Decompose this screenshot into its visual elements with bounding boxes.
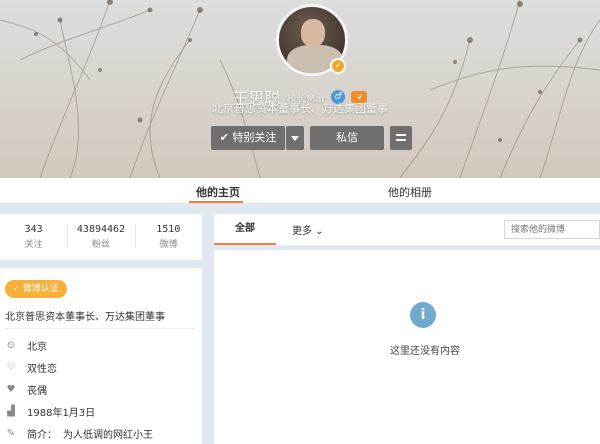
stat-posts-label: 微博 (159, 240, 178, 250)
heart-icon: ♡ (6, 361, 16, 373)
info-row-birthday: ▟ 1988年1月3日 (5, 404, 96, 419)
edit-icon: ✎ (6, 427, 16, 439)
intro-text: 为人低调的网红小王 (63, 429, 153, 441)
menu-icon (396, 133, 406, 141)
profile-cover: ✓ 王思聪 校长Mar ♂ v 北京普思资本董事长、万达集团董事 ✔ 特别关注 … (0, 0, 600, 178)
tab-album[interactable]: 他的相册 (388, 184, 432, 200)
feed-body: i 这里还没有内容 (214, 250, 600, 444)
stats-panel: 343 关注 43894462 粉丝 1510 微博 (0, 214, 202, 260)
info-row-relationship: ♥ 丧偶 (5, 382, 47, 397)
relationship-text: 丧偶 (27, 385, 47, 397)
location-text: 北京 (27, 341, 47, 353)
active-tab-indicator (189, 201, 243, 203)
verified-tag-label: 微博认证 (22, 284, 59, 294)
info-divider (5, 328, 195, 329)
weibo-verified-tag[interactable]: ✓ 微博认证 (5, 280, 67, 298)
info-icon: i (410, 302, 436, 328)
stat-posts[interactable]: 1510 微博 (134, 214, 202, 260)
stat-followers[interactable]: 43894462 粉丝 (67, 214, 134, 260)
heart-status-icon: ♥ (6, 383, 16, 395)
stat-following-count: 343 (24, 224, 43, 235)
profile-info-panel: ✓ 微博认证 北京普思资本董事长、万达集团董事 ⊙ 北京 ♡ 双性恋 ♥ 丧偶 ▟… (0, 268, 202, 444)
tab-home[interactable]: 他的主页 (196, 184, 240, 200)
special-follow-label: 特别关注 (232, 131, 277, 144)
stat-followers-count: 43894462 (76, 224, 126, 235)
caret-down-icon (291, 135, 299, 141)
search-weibo-input[interactable] (504, 220, 600, 239)
orientation-text: 双性恋 (27, 363, 57, 375)
more-menu-button[interactable] (390, 126, 412, 150)
tab-more-dropdown[interactable]: 更多 ⌄ (292, 222, 324, 237)
profile-tabbar: 他的主页 他的相册 (0, 178, 600, 204)
feed-tabbar: 全部 更多 ⌄ (214, 214, 600, 246)
stat-posts-count: 1510 (156, 224, 181, 235)
avatar-face-shape (301, 19, 325, 47)
stat-following-label: 关注 (24, 240, 43, 250)
intro-label: 简介： (27, 429, 57, 441)
info-row-location: ⊙ 北京 (5, 338, 47, 353)
stat-following[interactable]: 343 关注 (0, 214, 67, 260)
checkmark-icon: ✔ (219, 131, 229, 144)
info-row-intro: ✎ 简介： 为人低调的网红小王 (5, 426, 153, 441)
cake-icon: ▟ (7, 405, 15, 417)
verified-badge-icon: ✓ (330, 58, 346, 74)
special-follow-button[interactable]: ✔ 特别关注 (211, 126, 285, 150)
tab-all[interactable]: 全部 (214, 214, 276, 245)
profile-bio: 北京普思资本董事长、万达集团董事 (212, 102, 388, 115)
location-pin-icon: ⊙ (6, 339, 16, 351)
birthday-text: 1988年1月3日 (27, 407, 96, 419)
private-message-button[interactable]: 私信 (310, 126, 384, 150)
follow-dropdown-button[interactable] (286, 126, 304, 150)
info-row-orientation: ♡ 双性恋 (5, 360, 57, 375)
verified-chevron-icon: ✓ (13, 284, 20, 293)
empty-state-text: 这里还没有内容 (390, 346, 460, 357)
verified-company: 北京普思资本董事长、万达集团董事 (5, 312, 165, 323)
stat-followers-label: 粉丝 (91, 240, 110, 250)
